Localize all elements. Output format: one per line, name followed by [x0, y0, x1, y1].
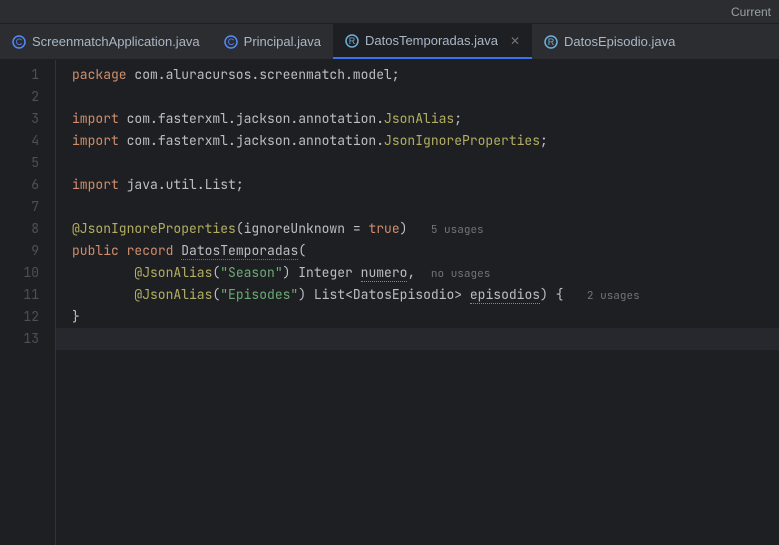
- tab-datos-episodio[interactable]: R DatosEpisodio.java: [532, 24, 687, 59]
- editor-tabs: C ScreenmatchApplication.java C Principa…: [0, 24, 779, 60]
- code-line: [72, 86, 779, 108]
- code-line: @JsonIgnoreProperties(ignoreUnknown = tr…: [72, 218, 779, 240]
- code-line: @JsonAlias("Episodes") List<DatosEpisodi…: [72, 284, 779, 306]
- top-bar: Current: [0, 0, 779, 24]
- line-number: 1: [0, 64, 39, 86]
- code-line: package com.aluracursos.screenmatch.mode…: [72, 64, 779, 86]
- record-icon: R: [544, 35, 558, 49]
- line-number: 4: [0, 130, 39, 152]
- tab-principal[interactable]: C Principal.java: [212, 24, 333, 59]
- code-line: import java.util.List;: [72, 174, 779, 196]
- line-number-gutter: 1 2 3 4 5 6 7 8 9 10 11 12 13: [0, 60, 55, 545]
- tab-label: Principal.java: [244, 34, 321, 49]
- line-number: 2: [0, 86, 39, 108]
- line-number: 13: [0, 328, 39, 350]
- code-line: [72, 196, 779, 218]
- code-line: @JsonAlias("Season") Integer numero, no …: [72, 262, 779, 284]
- usage-hint[interactable]: 5 usages: [431, 223, 484, 237]
- editor-area: 1 2 3 4 5 6 7 8 9 10 11 12 13 package co…: [0, 60, 779, 545]
- usage-hint[interactable]: 2 usages: [587, 289, 640, 303]
- line-number: 8: [0, 218, 39, 240]
- tab-datos-temporadas[interactable]: R DatosTemporadas.java ✕: [333, 24, 532, 59]
- line-number: 5: [0, 152, 39, 174]
- line-number: 12: [0, 306, 39, 328]
- line-number: 3: [0, 108, 39, 130]
- svg-text:C: C: [227, 37, 234, 47]
- top-bar-right: Current: [731, 5, 771, 19]
- code-line: import com.fasterxml.jackson.annotation.…: [72, 130, 779, 152]
- code-line: import com.fasterxml.jackson.annotation.…: [72, 108, 779, 130]
- line-number: 11: [0, 284, 39, 306]
- line-number: 7: [0, 196, 39, 218]
- close-icon[interactable]: ✕: [510, 34, 520, 48]
- line-number: 10: [0, 262, 39, 284]
- tab-label: DatosTemporadas.java: [365, 33, 498, 48]
- code-editor[interactable]: package com.aluracursos.screenmatch.mode…: [55, 60, 779, 545]
- svg-text:R: R: [349, 36, 356, 46]
- tab-label: DatosEpisodio.java: [564, 34, 675, 49]
- tab-label: ScreenmatchApplication.java: [32, 34, 200, 49]
- code-line: [72, 152, 779, 174]
- svg-text:C: C: [16, 37, 23, 47]
- svg-text:R: R: [548, 37, 555, 47]
- tab-screenmatch-application[interactable]: C ScreenmatchApplication.java: [0, 24, 212, 59]
- code-line: }: [72, 306, 779, 328]
- usage-hint[interactable]: no usages: [431, 267, 490, 281]
- code-line-current: [56, 328, 779, 350]
- record-icon: R: [345, 34, 359, 48]
- line-number: 9: [0, 240, 39, 262]
- line-number: 6: [0, 174, 39, 196]
- code-line: public record DatosTemporadas(: [72, 240, 779, 262]
- class-icon: C: [224, 35, 238, 49]
- class-icon: C: [12, 35, 26, 49]
